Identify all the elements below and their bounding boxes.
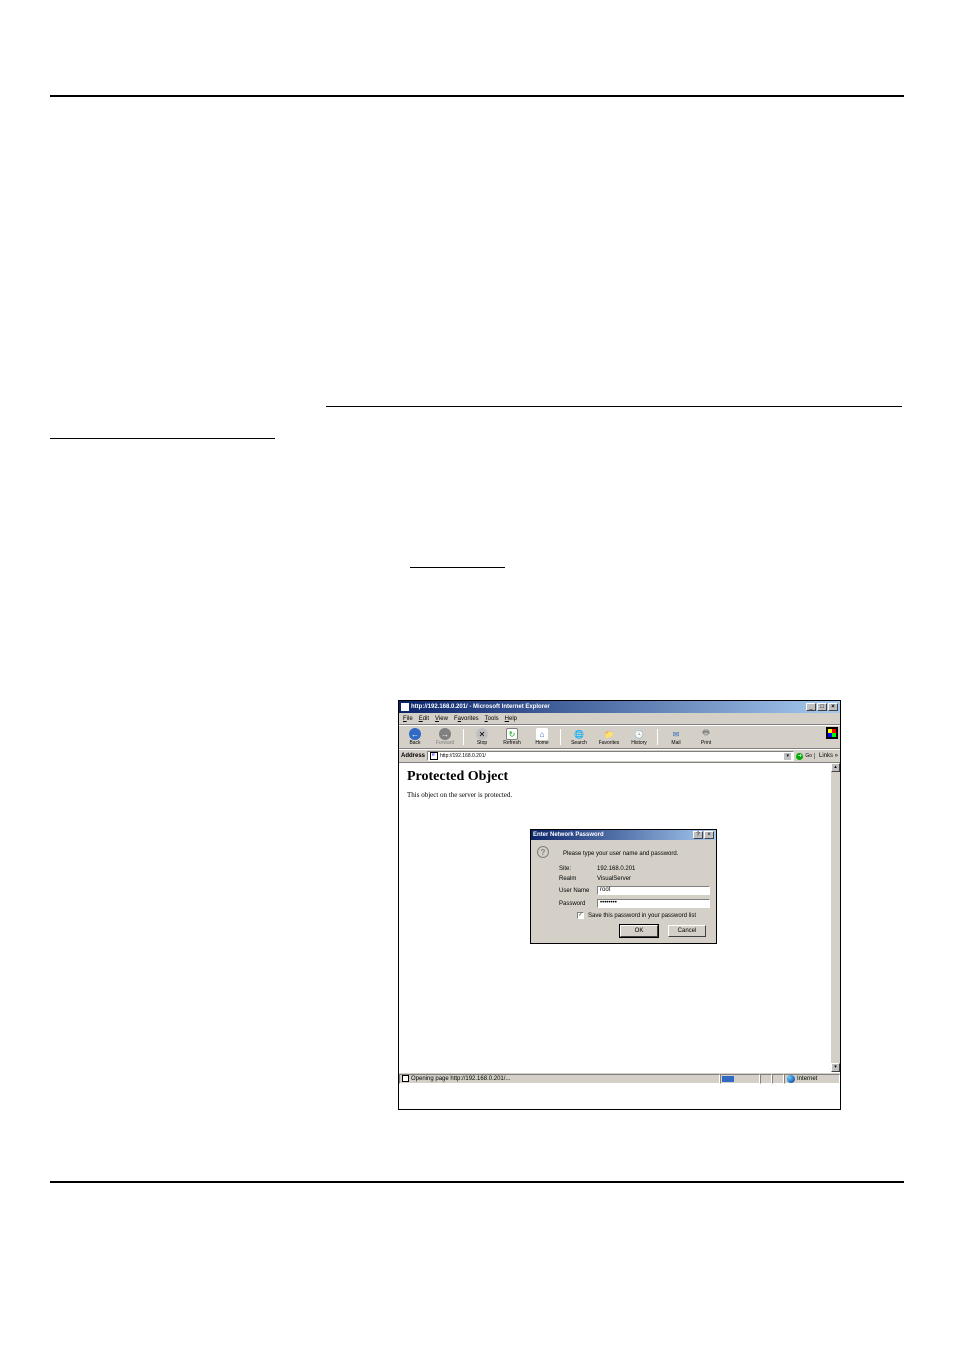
realm-value: VisualServer [597,876,631,882]
network-password-dialog: Enter Network Password ? × ? Please type… [530,829,717,944]
username-input[interactable]: root [597,886,710,895]
status-bar: Opening page http://192.168.0.201/... In… [399,1072,840,1084]
forward-button: Forward [433,728,457,746]
password-label: Password [559,901,593,907]
dialog-instruction: Please type your user name and password. [563,851,678,857]
menu-file[interactable]: File [403,716,413,722]
toolbar-separator [560,729,561,745]
vertical-scrollbar[interactable]: ▴ ▾ [831,763,840,1072]
password-input[interactable]: •••••••• [597,899,710,908]
maximize-button[interactable]: □ [817,703,827,711]
stop-icon: ✕ [476,728,488,740]
username-label: User Name [559,888,593,894]
mail-button[interactable]: ✉Mail [664,728,688,746]
go-icon: ➜ [796,753,803,760]
site-value: 192.168.0.201 [597,866,635,872]
document-bottom-rule [50,1181,904,1183]
page-content: ▴ ▾ Protected Object This object on the … [399,763,840,1072]
refresh-button[interactable]: ↻Refresh [500,728,524,746]
menu-view[interactable]: View [435,716,448,722]
minimize-button[interactable]: _ [806,703,816,711]
dialog-close-button[interactable]: × [704,831,714,839]
menu-tools[interactable]: Tools [485,716,499,722]
go-button[interactable]: ➜Go [796,753,812,760]
status-text: Opening page http://192.168.0.201/... [411,1076,510,1082]
page-status-icon [402,1075,409,1082]
ie-app-icon [401,703,409,711]
refresh-icon: ↻ [506,728,518,740]
print-icon: 🖶 [700,728,712,740]
history-icon: 🕓 [633,728,645,740]
dialog-body: ? Please type your user name and passwor… [531,840,716,943]
menu-favorites[interactable]: Favorites [454,716,479,722]
home-button[interactable]: ⌂Home [530,728,554,746]
history-button[interactable]: 🕓History [627,728,651,746]
status-pane-small [772,1074,784,1084]
links-button[interactable]: Links » [814,753,838,759]
toolbar-separator [657,729,658,745]
home-icon: ⌂ [536,728,548,740]
menu-help[interactable]: Help [505,716,517,722]
status-text-pane: Opening page http://192.168.0.201/... [399,1074,720,1084]
scroll-down-button[interactable]: ▾ [831,1063,840,1072]
status-pane-small [760,1074,772,1084]
search-icon: 🌐 [573,728,585,740]
save-password-label[interactable]: Save this password in your password list [588,913,696,919]
window-title: http://192.168.0.201/ - Microsoft Intern… [411,704,806,710]
windows-flag-icon [826,727,838,739]
back-arrow-icon [409,728,421,740]
address-input[interactable]: http://192.168.0.201/ [427,751,794,761]
security-zone-pane: Internet [784,1074,840,1084]
document-top-rule [50,95,904,97]
address-value: http://192.168.0.201/ [440,753,486,759]
document-mid-rule-2 [50,438,275,439]
save-password-checkbox[interactable]: ✓ [577,912,584,919]
forward-arrow-icon [439,728,451,740]
internet-zone-icon [787,1075,795,1083]
favorites-icon: 📁 [603,728,615,740]
print-button[interactable]: 🖶Print [694,728,718,746]
mail-icon: ✉ [670,728,682,740]
favorites-button[interactable]: 📁Favorites [597,728,621,746]
document-mid-rule-3 [410,567,505,568]
realm-label: Realm [559,876,593,882]
dialog-help-button[interactable]: ? [693,831,703,839]
page-heading: Protected Object [407,769,832,785]
progress-bar [720,1074,760,1084]
page-icon [430,752,438,760]
address-label: Address [401,753,425,759]
document-mid-rule [326,406,902,407]
scroll-up-button[interactable]: ▴ [831,763,840,772]
toolbar: Back Forward ✕Stop ↻Refresh ⌂Home 🌐Searc… [399,725,840,749]
ok-button[interactable]: OK [620,925,658,937]
dialog-title: Enter Network Password [533,832,693,838]
address-bar: Address http://192.168.0.201/ ➜Go Links … [399,749,840,763]
stop-button[interactable]: ✕Stop [470,728,494,746]
back-button[interactable]: Back [403,728,427,746]
window-titlebar[interactable]: http://192.168.0.201/ - Microsoft Intern… [399,701,840,713]
close-button[interactable]: × [828,703,838,711]
cancel-button[interactable]: Cancel [668,925,706,937]
site-label: Site: [559,866,593,872]
search-button[interactable]: 🌐Search [567,728,591,746]
menu-bar: File Edit View Favorites Tools Help [399,713,840,725]
keys-icon: ? [537,846,553,862]
page-body-text: This object on the server is protected. [407,791,832,799]
toolbar-separator [463,729,464,745]
ie-browser-window: http://192.168.0.201/ - Microsoft Intern… [398,700,841,1110]
menu-edit[interactable]: Edit [419,716,429,722]
dialog-titlebar[interactable]: Enter Network Password ? × [531,830,716,840]
zone-text: Internet [797,1076,817,1082]
